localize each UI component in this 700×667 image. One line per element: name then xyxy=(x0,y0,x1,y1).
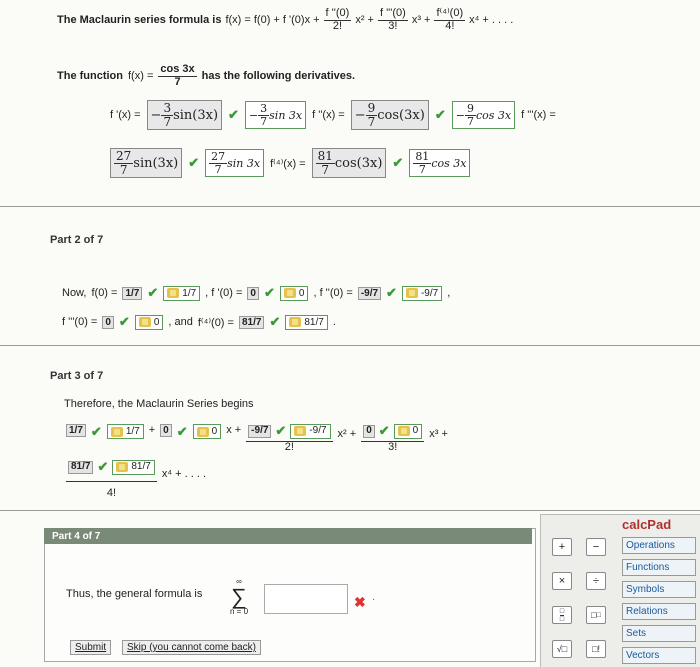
d1-entry[interactable]: −3 7 sin 3x xyxy=(244,101,307,130)
check-icon: ✔ xyxy=(118,314,130,329)
check-icon: ✔ xyxy=(176,424,188,439)
f2-entry[interactable]: -9/7 xyxy=(401,285,443,301)
pencil-icon xyxy=(294,426,307,437)
check-icon: ✔ xyxy=(90,424,102,439)
c0-answer[interactable]: 1/7 xyxy=(66,424,86,437)
d4-answer[interactable]: 81 7 cos(3x) xyxy=(311,148,387,179)
c3-answer[interactable]: 0 xyxy=(363,425,375,438)
series-row-2: 81/7 ✔ 81/7 4! x⁴ + . . . . xyxy=(66,460,206,499)
calcpad-relations[interactable]: Relations xyxy=(622,603,696,620)
pencil-icon xyxy=(196,426,209,437)
c2-answer[interactable]: -9/7 xyxy=(248,425,272,438)
formula-lhs: f(x) = f(0) + f '(0)x + xyxy=(225,14,320,27)
pencil-icon xyxy=(138,317,151,327)
part4-label: Part 4 of 7 xyxy=(44,528,532,544)
submit-button[interactable]: Submit xyxy=(70,640,112,655)
c2-entry[interactable]: -9/7 xyxy=(290,424,331,439)
pencil-icon xyxy=(110,426,123,437)
part3-text: Therefore, the Maclaurin Series begins xyxy=(64,398,254,410)
sqrt-button[interactable]: √□ xyxy=(552,640,572,658)
c1-entry[interactable]: 0 xyxy=(192,424,222,439)
formula-intro: The Maclaurin series formula is xyxy=(57,14,222,27)
d3-answer[interactable]: 27 7 sin(3x) xyxy=(110,148,183,179)
pencil-icon xyxy=(289,317,302,327)
pencil-icon xyxy=(397,426,410,437)
part2-row-1: Now, f(0) = 1/7 ✔ 1/7 , f '(0) = 0 ✔ 0 ,… xyxy=(62,285,451,301)
plus-button[interactable]: + xyxy=(552,538,572,556)
calcpad-operations[interactable]: Operations xyxy=(622,537,696,554)
incorrect-x-icon: ✖ xyxy=(354,594,366,610)
f0-entry[interactable]: 1/7 xyxy=(163,285,201,301)
d2-answer[interactable]: − 97 cos(3x) xyxy=(350,100,429,131)
part4-text: Thus, the general formula is xyxy=(66,588,203,600)
c4-entry[interactable]: 81/7 xyxy=(112,460,155,475)
maclaurin-formula: The Maclaurin series formula is f(x) = f… xyxy=(57,7,514,32)
d1-answer[interactable]: − 37 sin(3x) xyxy=(146,100,223,131)
series-row-1: 1/7 ✔ 1/7 + 0 ✔ 0 x + -9/7 ✔ -9/7 2! x² … xyxy=(66,424,448,453)
check-icon: ✔ xyxy=(386,285,397,300)
d4-entry[interactable]: 81 7 cos 3x xyxy=(409,149,471,178)
general-term-input[interactable] xyxy=(264,584,348,614)
f1-entry[interactable]: 0 xyxy=(279,285,309,301)
section-divider xyxy=(0,510,700,511)
check-icon: ✔ xyxy=(378,423,390,439)
f2-answer[interactable]: -9/7 xyxy=(357,286,382,300)
minus-button[interactable]: − xyxy=(586,538,606,556)
formula-term2: f ''(0) 2! xyxy=(323,7,352,32)
check-icon: ✔ xyxy=(275,423,287,439)
fraction-button[interactable]: □ □ xyxy=(552,606,572,624)
check-icon: ✔ xyxy=(263,285,275,300)
c2-fraction: -9/7 ✔ -9/7 2! xyxy=(246,423,333,453)
f0-answer[interactable]: 1/7 xyxy=(122,286,143,300)
f3-answer[interactable]: 0 xyxy=(102,315,114,329)
function-intro: The function f(x) = cos 3x 7 has the foll… xyxy=(57,63,356,88)
pencil-icon xyxy=(283,288,296,298)
c1-answer[interactable]: 0 xyxy=(160,424,172,437)
check-icon: ✔ xyxy=(147,285,159,300)
formula-term4: f⁽⁴⁾(0) 4! xyxy=(434,7,466,32)
derivative-row-2: 27 7 sin(3x) ✔ 27 7 sin 3x f⁽⁴⁾(x) = 81 7 c… xyxy=(110,148,471,179)
check-icon: ✔ xyxy=(97,459,109,475)
times-button[interactable]: × xyxy=(552,572,572,590)
c3-entry[interactable]: 0 xyxy=(393,424,423,439)
skip-button[interactable]: Skip (you cannot come back) xyxy=(122,640,261,655)
pencil-icon xyxy=(167,288,180,298)
check-icon: ✔ xyxy=(228,107,239,123)
divide-button[interactable]: ÷ xyxy=(586,572,606,590)
sigma-icon: ∑ xyxy=(231,584,247,609)
calcpad-sets[interactable]: Sets xyxy=(622,625,696,642)
c4-answer[interactable]: 81/7 xyxy=(68,461,94,474)
calcpad-vectors[interactable]: Vectors xyxy=(622,647,696,664)
check-icon: ✔ xyxy=(269,314,281,329)
f4-answer[interactable]: 81/7 xyxy=(238,315,265,329)
pencil-icon xyxy=(116,462,129,473)
c4-fraction: 81/7 ✔ 81/7 4! xyxy=(66,460,157,499)
formula-term3: f '''(0) 3! xyxy=(377,7,408,32)
c0-entry[interactable]: 1/7 xyxy=(106,424,144,439)
section-divider xyxy=(0,206,700,207)
check-icon: ✔ xyxy=(392,155,404,171)
check-icon: ✔ xyxy=(188,155,200,171)
f3-entry[interactable]: 0 xyxy=(134,314,164,330)
c3-fraction: 0 ✔ 0 3! xyxy=(361,423,425,453)
pencil-icon xyxy=(405,288,418,298)
mixed-fraction-button[interactable]: □ □ xyxy=(586,606,606,624)
f1-answer[interactable]: 0 xyxy=(247,286,259,300)
part3-label: Part 3 of 7 xyxy=(50,370,104,382)
d3-entry[interactable]: 27 7 sin 3x xyxy=(205,149,265,178)
calcpad-functions[interactable]: Functions xyxy=(622,559,696,576)
part2-row-2: f '''(0) = 0 ✔ 0 , and f⁽⁴⁾(0) = 81/7 ✔ … xyxy=(62,314,336,330)
d2-entry[interactable]: −9 7 cos 3x xyxy=(451,101,516,130)
sigma-notation: ∞ ∑ n = 0 xyxy=(230,577,249,616)
check-icon: ✔ xyxy=(434,107,446,123)
function-fraction: cos 3x 7 xyxy=(158,63,197,88)
f4-entry[interactable]: 81/7 xyxy=(285,314,328,330)
calcpad-symbols[interactable]: Symbols xyxy=(622,581,696,598)
section-divider xyxy=(0,345,700,346)
derivative-row-1: f '(x) = − 37 sin(3x) ✔ −3 7 sin 3x f ''(… xyxy=(110,100,556,131)
calcpad-title: calcPad xyxy=(622,517,672,532)
factorial-button[interactable]: □! xyxy=(586,640,606,658)
part2-label: Part 2 of 7 xyxy=(50,234,104,246)
